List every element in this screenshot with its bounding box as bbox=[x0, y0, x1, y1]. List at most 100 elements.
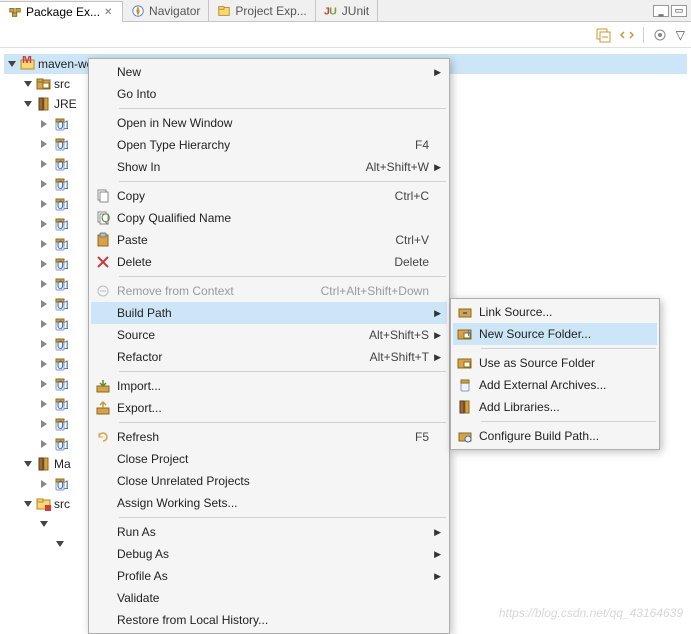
collapse-icon[interactable] bbox=[38, 118, 50, 130]
menu-item-label: Open Type Hierarchy bbox=[115, 138, 395, 152]
close-icon[interactable]: ✕ bbox=[104, 7, 114, 17]
menu-item-import[interactable]: Import... bbox=[91, 375, 447, 397]
tab-junit[interactable]: JU JUnit bbox=[316, 0, 378, 21]
menu-item-new[interactable]: New▶ bbox=[91, 61, 447, 83]
menu-item-show-in[interactable]: Show InAlt+Shift+W▶ bbox=[91, 156, 447, 178]
jar-icon: 010 bbox=[52, 316, 68, 332]
menu-item-build-path[interactable]: Build Path▶ bbox=[91, 302, 447, 324]
expand-icon[interactable] bbox=[22, 498, 34, 510]
collapse-icon[interactable] bbox=[38, 358, 50, 370]
tab-project-explorer[interactable]: Project Exp... bbox=[209, 0, 315, 21]
jar-icon: 010 bbox=[52, 336, 68, 352]
menu-item-refactor[interactable]: RefactorAlt+Shift+T▶ bbox=[91, 346, 447, 368]
collapse-icon[interactable] bbox=[38, 478, 50, 490]
minimize-button[interactable]: ‗ bbox=[653, 5, 669, 17]
jar-icon: 010 bbox=[52, 276, 68, 292]
collapse-icon[interactable] bbox=[38, 198, 50, 210]
collapse-icon[interactable] bbox=[38, 258, 50, 270]
collapse-icon[interactable] bbox=[38, 238, 50, 250]
menu-item-label: Copy Qualified Name bbox=[115, 211, 429, 225]
menu-item-close-project[interactable]: Close Project bbox=[91, 448, 447, 470]
menu-item-go-into[interactable]: Go Into bbox=[91, 83, 447, 105]
menu-item-copy[interactable]: CopyCtrl+C bbox=[91, 185, 447, 207]
collapse-icon[interactable] bbox=[38, 438, 50, 450]
svg-text:M: M bbox=[22, 56, 32, 66]
expand-icon[interactable] bbox=[22, 98, 34, 110]
menu-item-label: New bbox=[115, 65, 429, 79]
link-with-editor-icon[interactable] bbox=[619, 27, 635, 43]
jar-icon: 010 bbox=[52, 236, 68, 252]
menu-item-source[interactable]: SourceAlt+Shift+S▶ bbox=[91, 324, 447, 346]
menu-item-label: Use as Source Folder bbox=[477, 356, 639, 370]
svg-text:010: 010 bbox=[57, 318, 68, 332]
menu-item-copy-qualified-name[interactable]: QCopy Qualified Name bbox=[91, 207, 447, 229]
svg-text:010: 010 bbox=[57, 198, 68, 212]
menu-item-add-external-archives[interactable]: Add External Archives... bbox=[453, 374, 657, 396]
expand-icon[interactable] bbox=[22, 78, 34, 90]
link-icon bbox=[453, 301, 477, 323]
collapse-icon[interactable] bbox=[38, 318, 50, 330]
menu-item-new-source-folder[interactable]: +New Source Folder... bbox=[453, 323, 657, 345]
menu-item-paste[interactable]: PasteCtrl+V bbox=[91, 229, 447, 251]
blank-icon bbox=[91, 521, 115, 543]
collapse-icon[interactable] bbox=[38, 418, 50, 430]
menu-item-assign-working-sets[interactable]: Assign Working Sets... bbox=[91, 492, 447, 514]
tab-package-explorer[interactable]: Package Ex... ✕ bbox=[0, 1, 123, 22]
menu-item-delete[interactable]: DeleteDelete bbox=[91, 251, 447, 273]
blank-icon bbox=[91, 448, 115, 470]
menu-item-restore-from-local-history[interactable]: Restore from Local History... bbox=[91, 609, 447, 631]
menu-item-add-libraries[interactable]: Add Libraries... bbox=[453, 396, 657, 418]
svg-text:U: U bbox=[329, 5, 337, 17]
blank-icon bbox=[91, 302, 115, 324]
view-menu-icon[interactable]: ▽ bbox=[676, 28, 685, 42]
tab-navigator[interactable]: Navigator bbox=[123, 0, 209, 21]
blank-icon bbox=[91, 134, 115, 156]
expand-icon[interactable] bbox=[54, 538, 66, 550]
submenu-arrow-icon: ▶ bbox=[434, 308, 441, 319]
menu-item-close-unrelated-projects[interactable]: Close Unrelated Projects bbox=[91, 470, 447, 492]
menu-item-open-type-hierarchy[interactable]: Open Type HierarchyF4 bbox=[91, 134, 447, 156]
menu-item-debug-as[interactable]: Debug As▶ bbox=[91, 543, 447, 565]
svg-text:010: 010 bbox=[57, 378, 68, 392]
menu-separator bbox=[119, 181, 446, 182]
blank-icon bbox=[91, 470, 115, 492]
menu-item-profile-as[interactable]: Profile As▶ bbox=[91, 565, 447, 587]
expand-icon[interactable] bbox=[22, 458, 34, 470]
jar-icon bbox=[453, 374, 477, 396]
menu-item-label: Debug As bbox=[115, 547, 429, 561]
collapse-icon[interactable] bbox=[38, 338, 50, 350]
menu-item-link-source[interactable]: Link Source... bbox=[453, 301, 657, 323]
collapse-icon[interactable] bbox=[38, 398, 50, 410]
menu-item-label: Copy bbox=[115, 189, 375, 203]
svg-text:010: 010 bbox=[57, 118, 68, 132]
focus-task-icon[interactable] bbox=[652, 27, 668, 43]
collapse-icon[interactable] bbox=[38, 158, 50, 170]
collapse-all-icon[interactable] bbox=[595, 27, 611, 43]
menu-item-validate[interactable]: Validate bbox=[91, 587, 447, 609]
collapse-icon[interactable] bbox=[38, 138, 50, 150]
menu-item-use-as-source-folder[interactable]: Use as Source Folder bbox=[453, 352, 657, 374]
menu-item-configure-build-path[interactable]: Configure Build Path... bbox=[453, 425, 657, 447]
menu-item-export[interactable]: Export... bbox=[91, 397, 447, 419]
menu-item-refresh[interactable]: RefreshF5 bbox=[91, 426, 447, 448]
menu-item-label: Export... bbox=[115, 401, 429, 415]
expand-icon[interactable] bbox=[6, 58, 18, 70]
expand-icon[interactable] bbox=[38, 518, 50, 530]
collapse-icon[interactable] bbox=[38, 378, 50, 390]
tab-label: Navigator bbox=[149, 4, 200, 18]
collapse-icon[interactable] bbox=[38, 178, 50, 190]
jar-icon: 010 bbox=[52, 416, 68, 432]
collapse-icon[interactable] bbox=[38, 298, 50, 310]
menu-item-label: Source bbox=[115, 328, 349, 342]
tree-label: JRE bbox=[54, 97, 77, 111]
menu-item-label: Import... bbox=[115, 379, 429, 393]
menu-item-label: Refresh bbox=[115, 430, 395, 444]
collapse-icon[interactable] bbox=[38, 218, 50, 230]
svg-text:010: 010 bbox=[57, 178, 68, 192]
maximize-button[interactable]: ▭ bbox=[671, 5, 687, 17]
menu-item-open-in-new-window[interactable]: Open in New Window bbox=[91, 112, 447, 134]
collapse-icon[interactable] bbox=[38, 278, 50, 290]
toolbar-separator bbox=[643, 27, 644, 43]
menu-separator bbox=[481, 348, 656, 349]
menu-item-run-as[interactable]: Run As▶ bbox=[91, 521, 447, 543]
